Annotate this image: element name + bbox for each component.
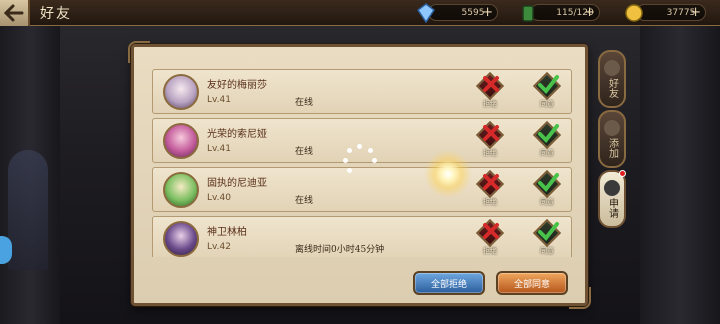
resource-stamina: 115/120 + [522,4,600,22]
reject-all-button[interactable]: 全部拒绝 [413,271,485,295]
coin-icon [625,4,643,22]
tab-add[interactable]: 添加 [598,110,626,168]
back-button[interactable] [0,0,30,26]
avatar[interactable] [163,123,199,159]
avatar[interactable] [163,221,199,257]
cross-icon [483,76,499,92]
page-title: 好友 [40,6,72,22]
add-friend-icon [604,120,620,136]
tab-requests[interactable]: 申请 [598,170,626,228]
accept-all-button[interactable]: 全部同意 [496,271,568,295]
friend-name: 友好的梅丽莎 [207,80,267,91]
add-gems-button[interactable]: + [482,5,493,20]
avatar[interactable] [163,172,199,208]
accept-button[interactable]: 同意 [530,169,564,208]
add-stamina-button[interactable]: + [584,5,595,20]
request-icon [604,180,620,196]
reject-label: 拒绝 [483,149,497,157]
avatar[interactable] [163,74,199,110]
reject-label: 拒绝 [483,247,497,255]
reject-button[interactable]: 拒绝 [473,169,507,208]
reject-label: 拒绝 [483,198,497,206]
check-icon [538,75,559,95]
reject-button[interactable]: 拒绝 [473,71,507,110]
loading-spinner [341,144,379,176]
resource-gems: 5595 + [416,3,498,24]
tab-add-label: 添加 [606,138,618,158]
panel-ornament [128,41,150,63]
tab-requests-label: 申请 [606,198,618,218]
online-status: 在线 [295,147,314,157]
background-window [8,150,48,270]
resource-gold: 37775 + [625,4,706,22]
tab-friends[interactable]: 好友 [598,50,626,108]
stamina-icon [522,5,534,22]
friend-name: 光荣的索尼娅 [207,129,267,140]
tab-friends-label: 好友 [606,78,618,98]
notification-badge [619,170,626,177]
panel-ornament [569,287,591,309]
back-arrow-icon [4,4,24,22]
reject-label: 拒绝 [483,100,497,108]
check-icon [538,222,559,242]
friend-level: Lv.41 [207,144,231,154]
accept-label: 同意 [540,198,554,206]
friend-name: 固执的尼迪亚 [207,178,267,189]
cross-icon [483,174,499,190]
friend-level: Lv.40 [207,193,231,203]
online-status: 在线 [295,98,314,108]
check-icon [538,124,559,144]
add-gold-button[interactable]: + [690,5,701,20]
background-pillar-right [640,26,720,324]
friend-level: Lv.42 [207,242,231,252]
reject-button[interactable]: 拒绝 [473,218,507,257]
diamond-icon [416,3,436,24]
accept-label: 同意 [540,100,554,108]
accept-label: 同意 [540,149,554,157]
top-bar: 好友 5595 + 115/120 + 37775 + [0,0,720,26]
cross-icon [483,125,499,141]
accept-button[interactable]: 同意 [530,71,564,110]
offline-status: 离线时间0小时45分钟 [295,245,385,255]
accept-button[interactable]: 同意 [530,218,564,257]
friend-name: 神卫林柏 [207,227,247,238]
friend-level: Lv.41 [207,95,231,105]
friends-icon [604,60,620,76]
cross-icon [483,223,499,239]
online-status: 在线 [295,196,314,206]
request-row: 神卫林柏 Lv.42 离线时间0小时45分钟 拒绝 同意 [152,216,572,257]
request-row: 友好的梅丽莎 Lv.41 在线 拒绝 同意 [152,69,572,114]
accept-label: 同意 [540,247,554,255]
accept-button[interactable]: 同意 [530,120,564,159]
reject-button[interactable]: 拒绝 [473,120,507,159]
check-icon [538,173,559,193]
sparkle-effect [424,150,472,198]
